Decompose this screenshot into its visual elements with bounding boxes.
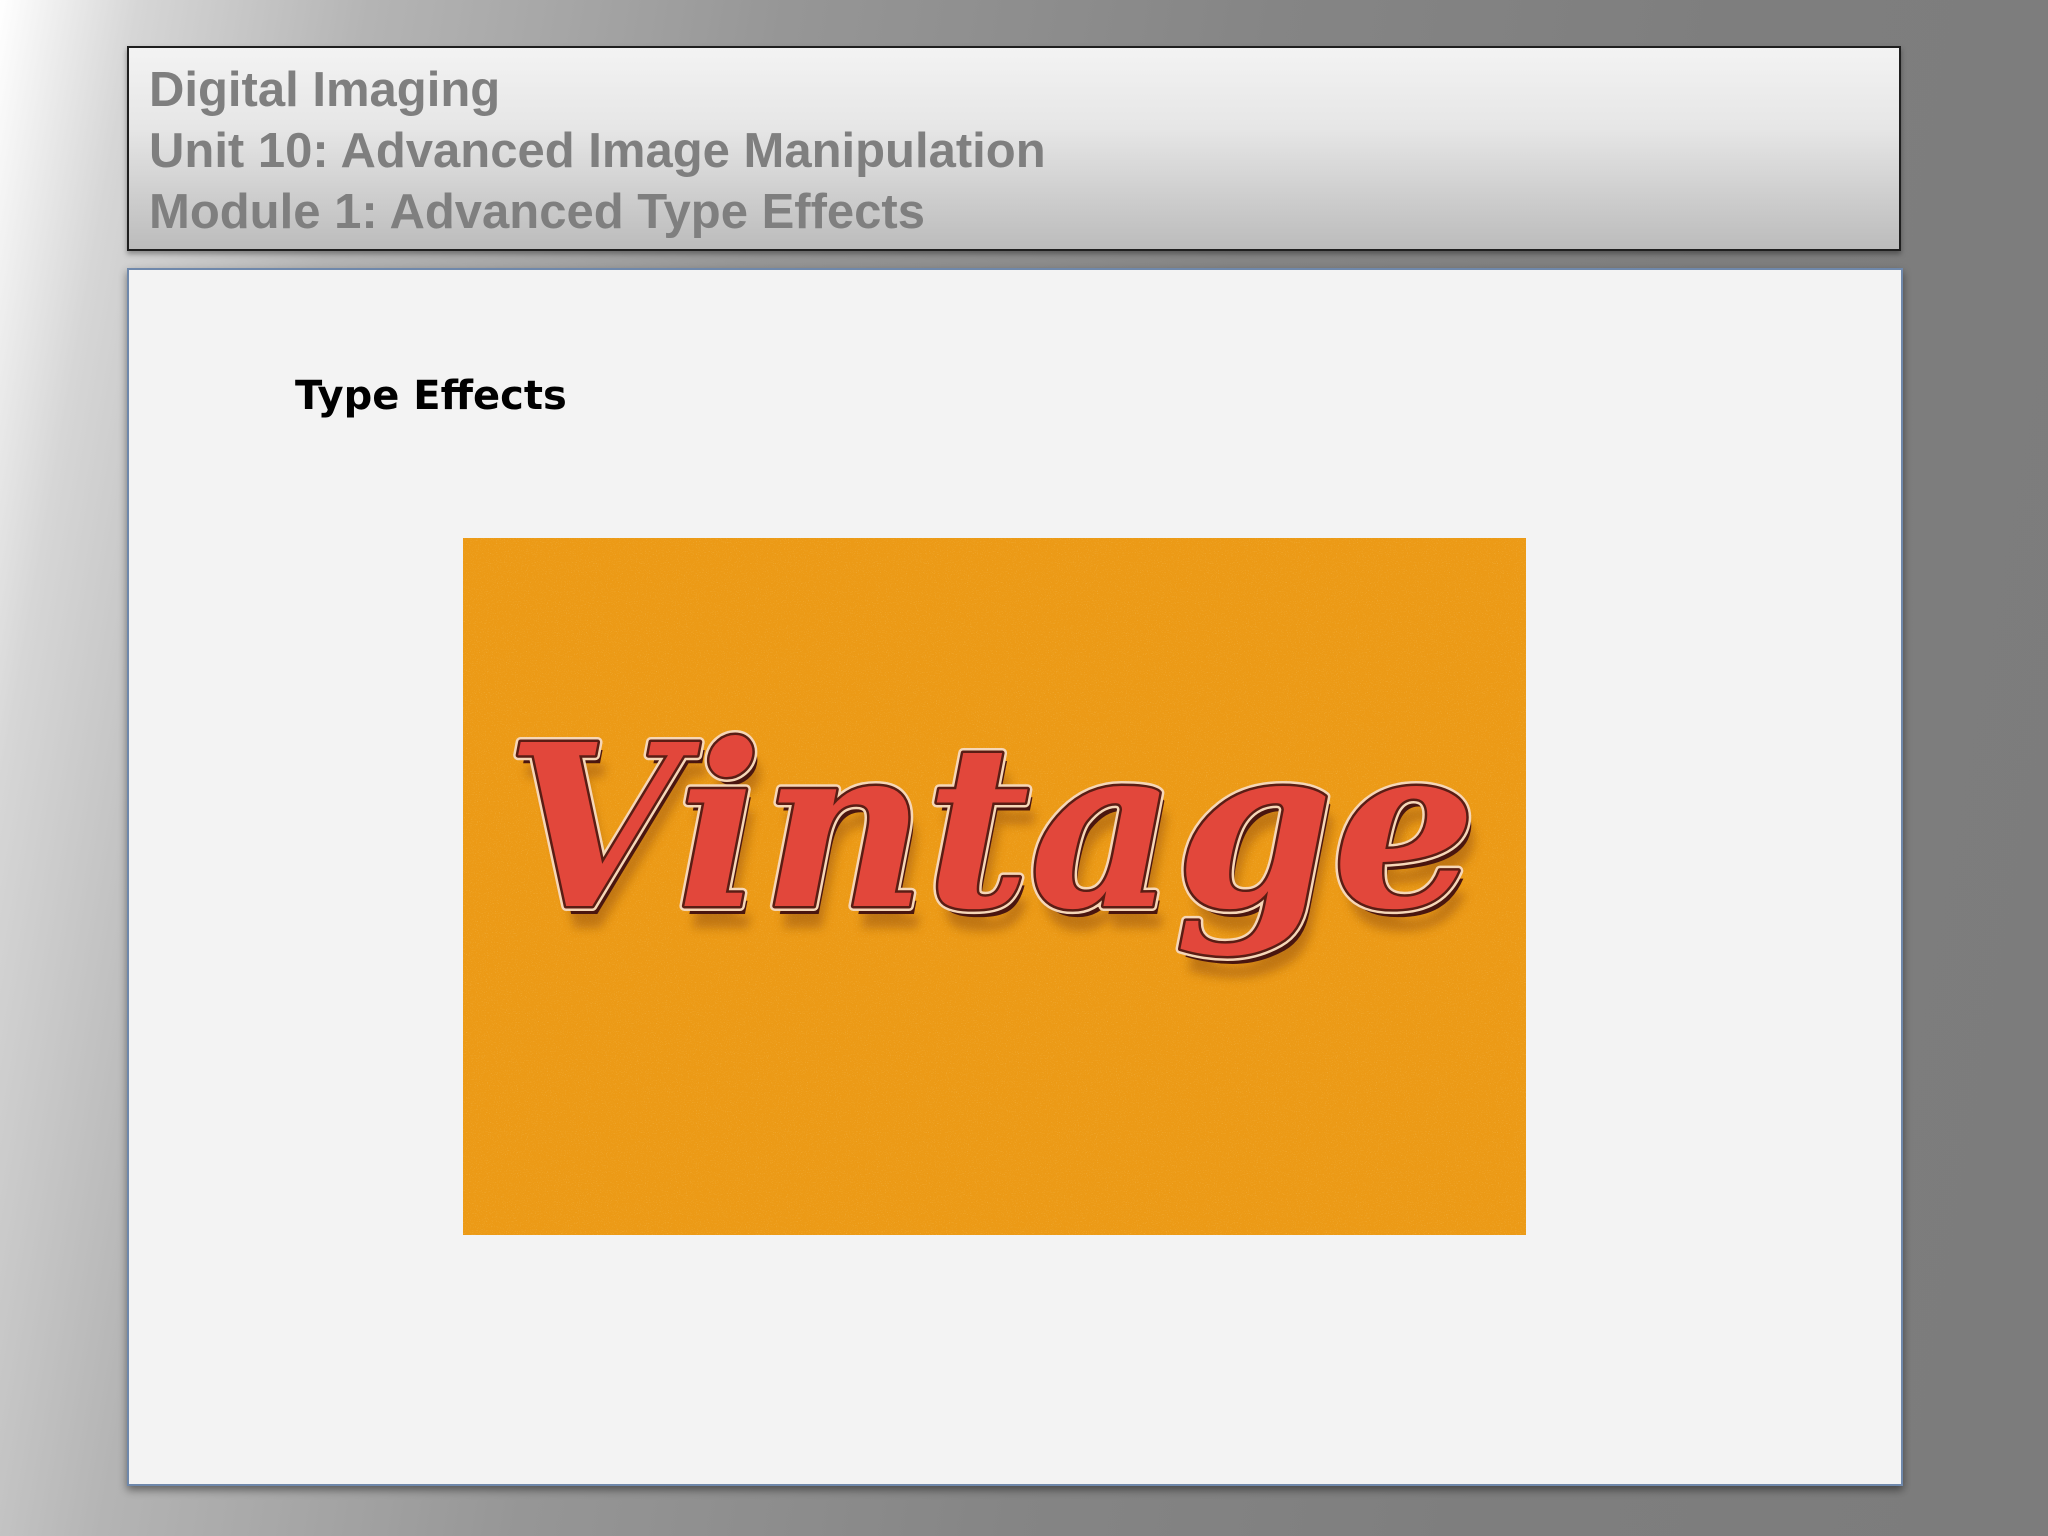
section-heading: Type Effects bbox=[295, 373, 567, 419]
module-title: Module 1: Advanced Type Effects bbox=[149, 185, 925, 239]
vintage-word: Vintage bbox=[506, 696, 1476, 960]
slide-title-banner: Digital Imaging Unit 10: Advanced Image … bbox=[127, 46, 1901, 251]
unit-title: Unit 10: Advanced Image Manipulation bbox=[149, 124, 1046, 178]
vintage-type-effect-image: Vintage Vintage Vintage Vintage Vintage bbox=[463, 538, 1526, 1235]
course-title: Digital Imaging bbox=[149, 63, 501, 117]
